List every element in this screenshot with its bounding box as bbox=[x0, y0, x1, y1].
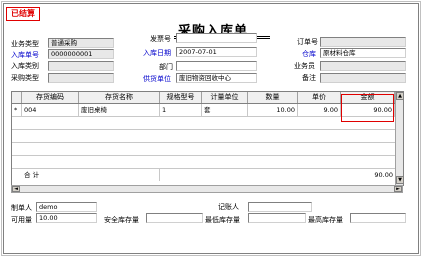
salesperson-field[interactable] bbox=[320, 61, 406, 71]
max-stock-field[interactable] bbox=[350, 213, 406, 223]
business-type-label: 业务类型 bbox=[11, 40, 39, 48]
purchase-type-label: 采购类型 bbox=[11, 74, 39, 82]
supplier-label: 供货单位 bbox=[143, 75, 171, 83]
table-row[interactable] bbox=[12, 143, 395, 156]
order-no-label: 订单号 bbox=[297, 38, 318, 46]
department-field[interactable] bbox=[176, 61, 257, 71]
scroll-right-icon[interactable]: ► bbox=[394, 186, 402, 192]
table-row[interactable] bbox=[12, 117, 395, 130]
cell-spec[interactable]: 1 bbox=[160, 104, 202, 116]
invoice-no-field[interactable] bbox=[176, 33, 257, 43]
header-marker bbox=[12, 92, 22, 103]
department-label: 部门 bbox=[159, 63, 173, 71]
cell-unit[interactable]: 套 bbox=[202, 104, 248, 116]
maker-field[interactable]: demo bbox=[36, 202, 97, 212]
warehouse-field[interactable]: 原材料仓库 bbox=[320, 48, 406, 58]
business-type-field[interactable]: 普通采购 bbox=[48, 38, 114, 48]
inbound-no-field[interactable]: 0000000001 bbox=[48, 49, 114, 59]
purchase-type-field[interactable] bbox=[48, 73, 114, 83]
amount-highlight-box bbox=[341, 94, 394, 122]
cell-code[interactable]: 004 bbox=[22, 104, 79, 116]
salesperson-label: 业务员 bbox=[294, 62, 315, 70]
available-label: 可用量 bbox=[11, 216, 32, 224]
supplier-field[interactable]: 废旧物资回收中心 bbox=[176, 73, 257, 83]
total-amount: 90.00 bbox=[374, 171, 393, 179]
table-row[interactable]: * 004 废旧桌椅 1 套 10.00 9.00 90.00 bbox=[12, 104, 395, 117]
min-stock-field[interactable] bbox=[248, 213, 306, 223]
maker-label: 制单人 bbox=[11, 204, 32, 212]
bookkeeper-label: 记账人 bbox=[218, 203, 239, 211]
invoice-no-label: 发票号 bbox=[150, 35, 171, 43]
remark-label: 备注 bbox=[302, 74, 316, 82]
header-qty[interactable]: 数量 bbox=[248, 92, 298, 103]
remark-field[interactable] bbox=[320, 73, 406, 83]
safety-stock-label: 安全库存量 bbox=[104, 216, 139, 224]
inbound-date-field[interactable]: 2007-07-01 bbox=[176, 47, 257, 57]
row-marker: * bbox=[12, 104, 22, 116]
cell-qty[interactable]: 10.00 bbox=[248, 104, 298, 116]
table-vertical-scrollbar[interactable]: ▲ ▼ bbox=[395, 92, 403, 185]
order-no-field[interactable] bbox=[320, 37, 406, 47]
scroll-up-icon[interactable]: ▲ bbox=[396, 92, 403, 100]
total-label: 合 计 bbox=[22, 169, 160, 181]
cell-price[interactable]: 9.00 bbox=[298, 104, 341, 116]
cell-name[interactable]: 废旧桌椅 bbox=[79, 104, 160, 116]
scroll-left-icon[interactable]: ◄ bbox=[12, 186, 20, 192]
max-stock-label: 最高库存量 bbox=[308, 216, 343, 224]
table-row[interactable] bbox=[12, 156, 395, 169]
available-field[interactable]: 10.00 bbox=[36, 213, 97, 223]
header-name[interactable]: 存货名称 bbox=[79, 92, 160, 103]
inbound-category-label: 入库类别 bbox=[11, 62, 39, 70]
table-row[interactable] bbox=[12, 130, 395, 143]
header-spec[interactable]: 规格型号 bbox=[160, 92, 202, 103]
table-header: 存货编码 存货名称 规格型号 计量单位 数量 单价 金额 bbox=[12, 92, 395, 104]
settled-stamp: 已结算 bbox=[6, 7, 40, 21]
header-code[interactable]: 存货编码 bbox=[22, 92, 79, 103]
min-stock-label: 最低库存量 bbox=[205, 216, 240, 224]
total-row: 合 计 90.00 bbox=[12, 169, 395, 181]
header-unit[interactable]: 计量单位 bbox=[202, 92, 248, 103]
scroll-down-icon[interactable]: ▼ bbox=[396, 176, 403, 184]
inbound-no-label: 入库单号 bbox=[11, 51, 39, 59]
inbound-category-field[interactable] bbox=[48, 61, 114, 71]
safety-stock-field[interactable] bbox=[146, 213, 203, 223]
warehouse-label: 仓库 bbox=[302, 50, 316, 58]
inbound-date-label: 入库日期 bbox=[143, 49, 171, 57]
header-price[interactable]: 单价 bbox=[298, 92, 341, 103]
bookkeeper-field[interactable] bbox=[248, 202, 312, 212]
table-horizontal-scrollbar[interactable]: ◄ ► bbox=[11, 185, 403, 193]
